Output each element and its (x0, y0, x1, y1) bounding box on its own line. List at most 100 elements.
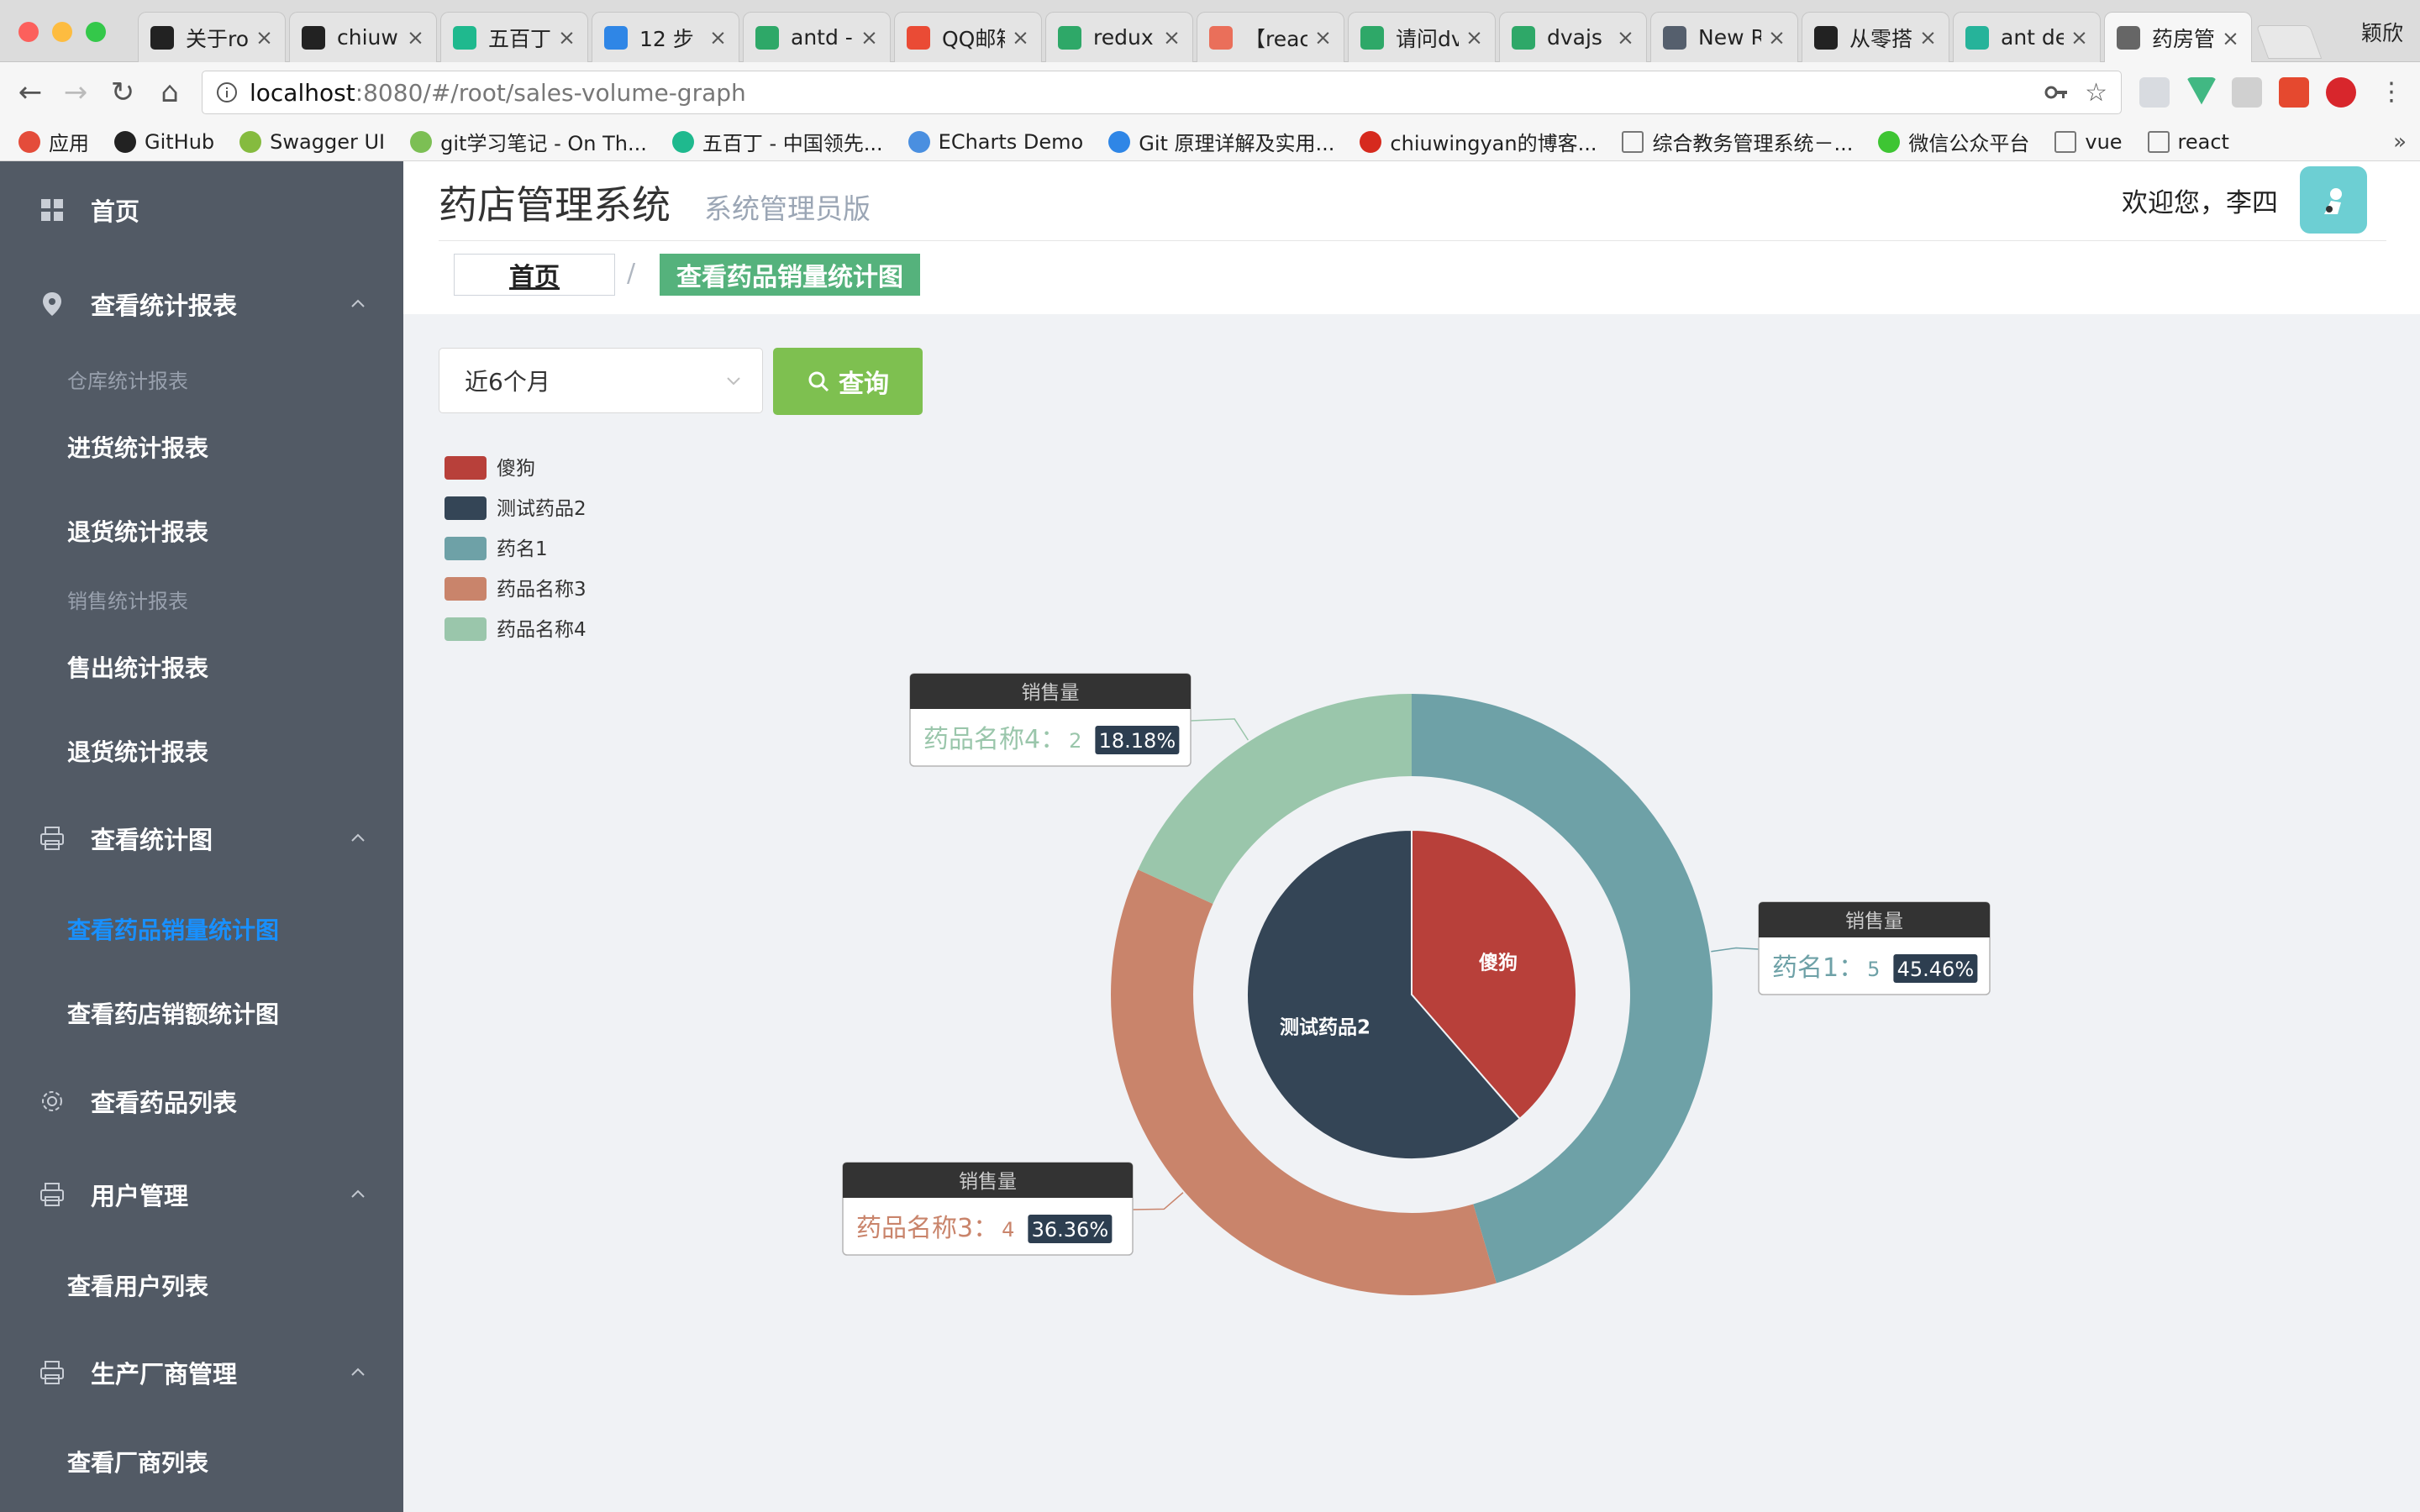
browser-tab[interactable]: dvajs × (1499, 12, 1647, 62)
legend-label[interactable]: 药名1 (497, 538, 548, 560)
tab-close-icon[interactable]: × (1163, 25, 1181, 50)
legend-label[interactable]: 测试药品2 (497, 498, 587, 520)
window-minimize-button[interactable] (52, 22, 72, 42)
browser-tab[interactable]: 12 步 : × (592, 12, 739, 62)
tab-close-icon[interactable]: × (1314, 25, 1332, 50)
browser-tab[interactable]: ant de × (1953, 12, 2101, 62)
ant-design-icon (1965, 25, 1989, 50)
legend-label[interactable]: 药品名称4 (497, 619, 587, 641)
bookmark-item[interactable]: Git 原理详解及实用... (1108, 127, 1334, 156)
header-divider (439, 240, 2386, 241)
browser-tab[interactable]: antd - × (743, 12, 891, 62)
tab-close-icon[interactable]: × (2222, 26, 2239, 50)
jianshu-icon (1209, 25, 1233, 50)
sidebar-item-vendor-list[interactable]: 查看厂商列表 (67, 1445, 208, 1478)
browser-tab[interactable]: redux × (1045, 12, 1193, 62)
legend-swatch[interactable] (445, 496, 487, 520)
tab-close-icon[interactable]: × (1919, 25, 1937, 50)
legend-label[interactable]: 药品名称3 (497, 579, 587, 601)
sidebar-item-drug-list[interactable]: 查看药品列表 (0, 1063, 403, 1140)
extension-fe-icon[interactable] (2279, 77, 2309, 108)
info-icon[interactable] (216, 81, 238, 103)
sidebar-item-user-list[interactable]: 查看用户列表 (67, 1268, 208, 1302)
legend-swatch[interactable] (445, 577, 487, 601)
sidebar-group-reports[interactable]: 查看统计报表 (0, 265, 403, 343)
sidebar-item-purchase-report[interactable]: 进货统计报表 (67, 430, 208, 464)
bookmark-star-icon[interactable]: ☆ (2085, 78, 2107, 108)
sidebar-item-sold-report[interactable]: 售出统计报表 (67, 650, 208, 684)
tab-close-icon[interactable]: × (407, 25, 424, 50)
opera-icon[interactable] (2326, 77, 2356, 108)
chevron-up-icon (351, 1189, 365, 1198)
sidebar-group-users[interactable]: 用户管理 (0, 1156, 403, 1233)
tab-close-icon[interactable]: × (1768, 25, 1786, 50)
bookmark-item[interactable]: GitHub (114, 130, 214, 154)
browser-tab-title: dvajs (1547, 25, 1602, 50)
tab-close-icon[interactable]: × (255, 25, 273, 50)
address-bar[interactable]: localhost:8080/#/root/sales-volume-graph… (202, 71, 2122, 114)
breadcrumb-home-link[interactable]: 首页 (454, 254, 615, 296)
reload-icon[interactable]: ↻ (106, 76, 139, 109)
tab-close-icon[interactable]: × (1012, 25, 1029, 50)
extension-bird-icon[interactable] (2139, 77, 2170, 108)
browser-tab[interactable]: New R × (1650, 12, 1798, 62)
browser-tab[interactable]: 关于ro × (138, 12, 286, 62)
sidebar-item-store-sales-chart[interactable]: 查看药店销额统计图 (67, 996, 279, 1030)
browser-tab[interactable]: 药房管 × (2104, 12, 2252, 63)
bookmark-item[interactable]: ECharts Demo (908, 130, 1083, 154)
sidebar-group-charts[interactable]: 查看统计图 (0, 800, 403, 877)
bookmark-item[interactable]: chiuwingyan的博客... (1360, 127, 1597, 156)
extension-grey-icon[interactable] (2232, 77, 2262, 108)
tab-close-icon[interactable]: × (860, 25, 878, 50)
browser-tab-title: redux (1093, 25, 1154, 50)
home-icon[interactable]: ⌂ (153, 76, 187, 109)
browser-tab[interactable]: 从零搭 × (1802, 12, 1949, 62)
browser-menu-icon[interactable]: ⋮ (2375, 76, 2408, 109)
legend-swatch[interactable] (445, 456, 487, 480)
sidebar-item-sales-volume-chart[interactable]: 查看药品销量统计图 (67, 912, 279, 946)
sidebar-item-sales-return-report[interactable]: 退货统计报表 (67, 734, 208, 768)
bookmark-item[interactable]: react (2147, 130, 2229, 154)
browser-tab[interactable]: 五百丁 × (440, 12, 588, 62)
browser-tab-title: 从零搭 (1849, 26, 1913, 51)
bookmark-item[interactable]: 应用 (18, 127, 89, 156)
swagger-icon (239, 130, 262, 153)
sidebar-group-vendors[interactable]: 生产厂商管理 (0, 1334, 403, 1411)
bookmark-item[interactable]: git学习笔记 - On Th... (410, 127, 647, 156)
vue-devtools-icon[interactable] (2186, 77, 2217, 105)
bookmark-item[interactable]: Swagger UI (239, 130, 385, 154)
browser-tab[interactable]: 【reac × (1197, 12, 1344, 62)
legend-swatch[interactable] (445, 617, 487, 641)
app-subtitle: 系统管理员版 (704, 192, 871, 225)
browser-tab[interactable]: 请问dv × (1348, 12, 1496, 62)
sidebar-item-home[interactable]: 首页 (0, 171, 403, 249)
window-close-button[interactable] (18, 22, 39, 42)
tab-close-icon[interactable]: × (558, 25, 576, 50)
window-zoom-button[interactable] (86, 22, 106, 42)
key-icon[interactable] (2044, 80, 2069, 105)
bookmarks-overflow-button[interactable]: » (2393, 129, 2407, 155)
new-tab-button[interactable] (2255, 25, 2323, 59)
bookmark-item[interactable]: 微信公众平台 (1878, 127, 2029, 156)
sidebar-item-purchase-return-report[interactable]: 退货统计报表 (67, 514, 208, 548)
legend-label[interactable]: 傻狗 (497, 458, 535, 480)
browser-tab[interactable]: chiuwi × (289, 12, 437, 62)
bookmark-label: 应用 (49, 132, 89, 155)
tab-close-icon[interactable]: × (1617, 25, 1634, 50)
browser-profile-name[interactable]: 颖欣 (2361, 17, 2403, 47)
browser-tab-title: 【reac (1244, 26, 1308, 51)
bookmark-item[interactable]: 综合教务管理系统－... (1622, 127, 1853, 156)
bookmark-item[interactable]: 五百丁 - 中国领先... (671, 127, 883, 156)
tab-close-icon[interactable]: × (1465, 25, 1483, 50)
back-arrow-icon[interactable]: ← (13, 76, 47, 109)
browser-tab[interactable]: QQ邮箱 × (894, 12, 1042, 62)
page-header: 药店管理系统 系统管理员版 欢迎您，李四 首页 / 查看药品销量统计图 (403, 161, 2420, 314)
location-pin-icon (43, 292, 61, 316)
avatar[interactable] (2300, 166, 2367, 234)
tab-close-icon[interactable]: × (2070, 25, 2088, 50)
tab-close-icon[interactable]: × (709, 25, 727, 50)
bookmark-item[interactable]: vue (2054, 130, 2123, 154)
browser-tab-title: 药房管 (2152, 27, 2216, 51)
forward-arrow-icon[interactable]: → (59, 76, 92, 109)
legend-swatch[interactable] (445, 537, 487, 560)
